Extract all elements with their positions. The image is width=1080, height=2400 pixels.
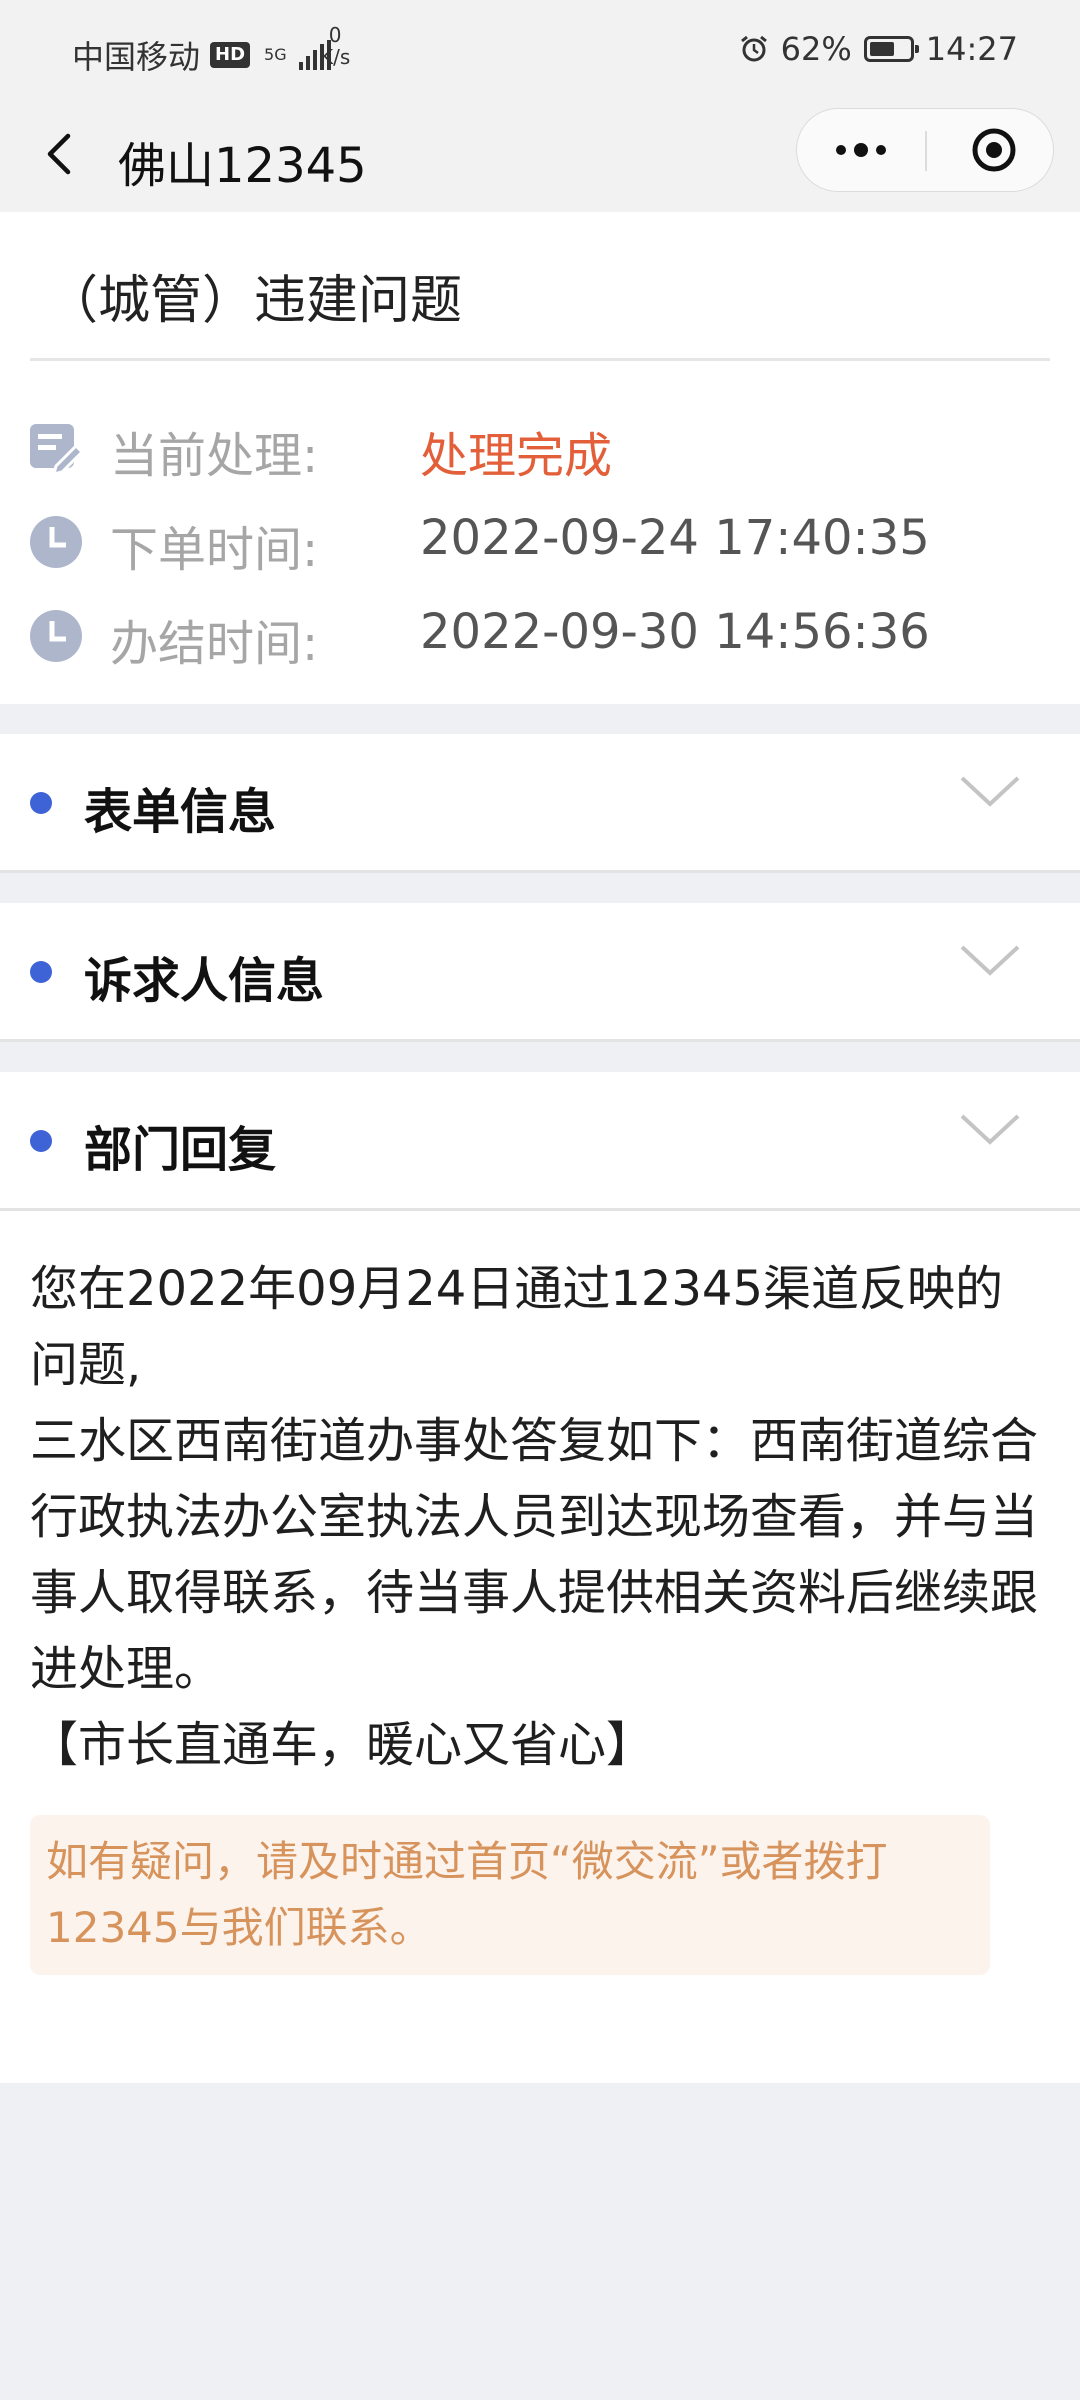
more-dots-icon[interactable] — [797, 109, 925, 191]
hd-badge: HD — [210, 42, 251, 68]
network-type: 5G — [264, 47, 287, 63]
issue-title: （城管）违建问题 — [46, 271, 463, 331]
header-divider — [30, 358, 1050, 361]
status-value: 处理完成 — [420, 428, 613, 484]
order-time-label: 下单时间: — [110, 522, 319, 578]
close-target-icon[interactable] — [939, 109, 1049, 191]
info-row-order-time: 下单时间: 2022-09-24 17:40:35 — [0, 500, 1080, 580]
section-requester-info[interactable]: 诉求人信息 — [0, 903, 1080, 1042]
reply-line-answer: 三水区西南街道办事处答复如下：西南街道综合行政执法办公室执法人员到达现场查看，并… — [30, 1413, 1039, 1697]
finish-time-value: 2022-09-30 14:56:36 — [420, 604, 930, 660]
chevron-down-icon[interactable] — [958, 941, 1022, 981]
reply-line-intro: 您在2022年09月24日通过12345渠道反映的问题, — [30, 1261, 1004, 1393]
section-bullet — [30, 1130, 52, 1152]
status-left: 中国移动 HD 5G — [72, 32, 331, 78]
chevron-down-icon[interactable] — [958, 1110, 1022, 1150]
battery-fill — [869, 42, 894, 56]
finish-time-label: 办结时间: — [110, 616, 319, 672]
section-form-info[interactable]: 表单信息 — [0, 734, 1080, 873]
info-row-finish-time: 办结时间: 2022-09-30 14:56:36 — [0, 594, 1080, 674]
clock-icon — [30, 516, 82, 568]
back-chevron-icon[interactable] — [38, 124, 78, 184]
notice-text: 如有疑问，请及时通过首页“微交流”或者拨打12345与我们联系。 — [46, 1837, 888, 1952]
chevron-down-icon[interactable] — [958, 772, 1022, 812]
network-generation: 5G — [264, 45, 287, 64]
net-speed-unit: K/s — [320, 45, 351, 69]
mini-program-capsule — [796, 108, 1054, 192]
alarm-icon — [740, 35, 767, 62]
net-speed: 0 K/s — [320, 24, 350, 68]
edit-note-icon — [30, 424, 84, 476]
status-bar: 中国移动 HD 5G 0 K/s 62% 14:27 — [0, 0, 1080, 104]
section-dept-reply[interactable]: 部门回复 — [0, 1072, 1080, 1211]
section-title: 部门回复 — [84, 1122, 277, 1178]
section-title: 诉求人信息 — [84, 953, 325, 1009]
section-title: 表单信息 — [84, 784, 277, 840]
reply-line-slogan: 【市长直通车，暖心又省心】 — [30, 1717, 655, 1773]
nav-title: 佛山12345 — [118, 138, 367, 194]
nav-bar: 佛山12345 — [0, 104, 1080, 212]
status-right: 62% 14:27 — [739, 30, 1018, 68]
capsule-divider — [925, 131, 927, 171]
clock-time: 14:27 — [925, 30, 1018, 68]
carrier-name: 中国移动 — [72, 38, 201, 76]
battery-percent: 62% — [780, 30, 852, 68]
order-time-value: 2022-09-24 17:40:35 — [420, 510, 930, 566]
clock-icon — [30, 610, 82, 662]
net-speed-value: 0 — [328, 23, 342, 47]
notice-box: 如有疑问，请及时通过首页“微交流”或者拨打12345与我们联系。 — [30, 1815, 990, 1975]
reply-content: 您在2022年09月24日通过12345渠道反映的问题, 三水区西南街道办事处答… — [0, 1211, 1080, 2083]
reply-text: 您在2022年09月24日通过12345渠道反映的问题, 三水区西南街道办事处答… — [30, 1251, 1050, 1783]
section-bullet — [30, 961, 52, 983]
info-row-status: 当前处理: 处理完成 — [0, 406, 1080, 486]
battery-icon — [863, 36, 919, 62]
ticket-header-card: （城管）违建问题 当前处理: 处理完成 下单时间: 2022-09-24 17:… — [0, 212, 1080, 704]
section-bullet — [30, 792, 52, 814]
status-label: 当前处理: — [110, 428, 319, 484]
